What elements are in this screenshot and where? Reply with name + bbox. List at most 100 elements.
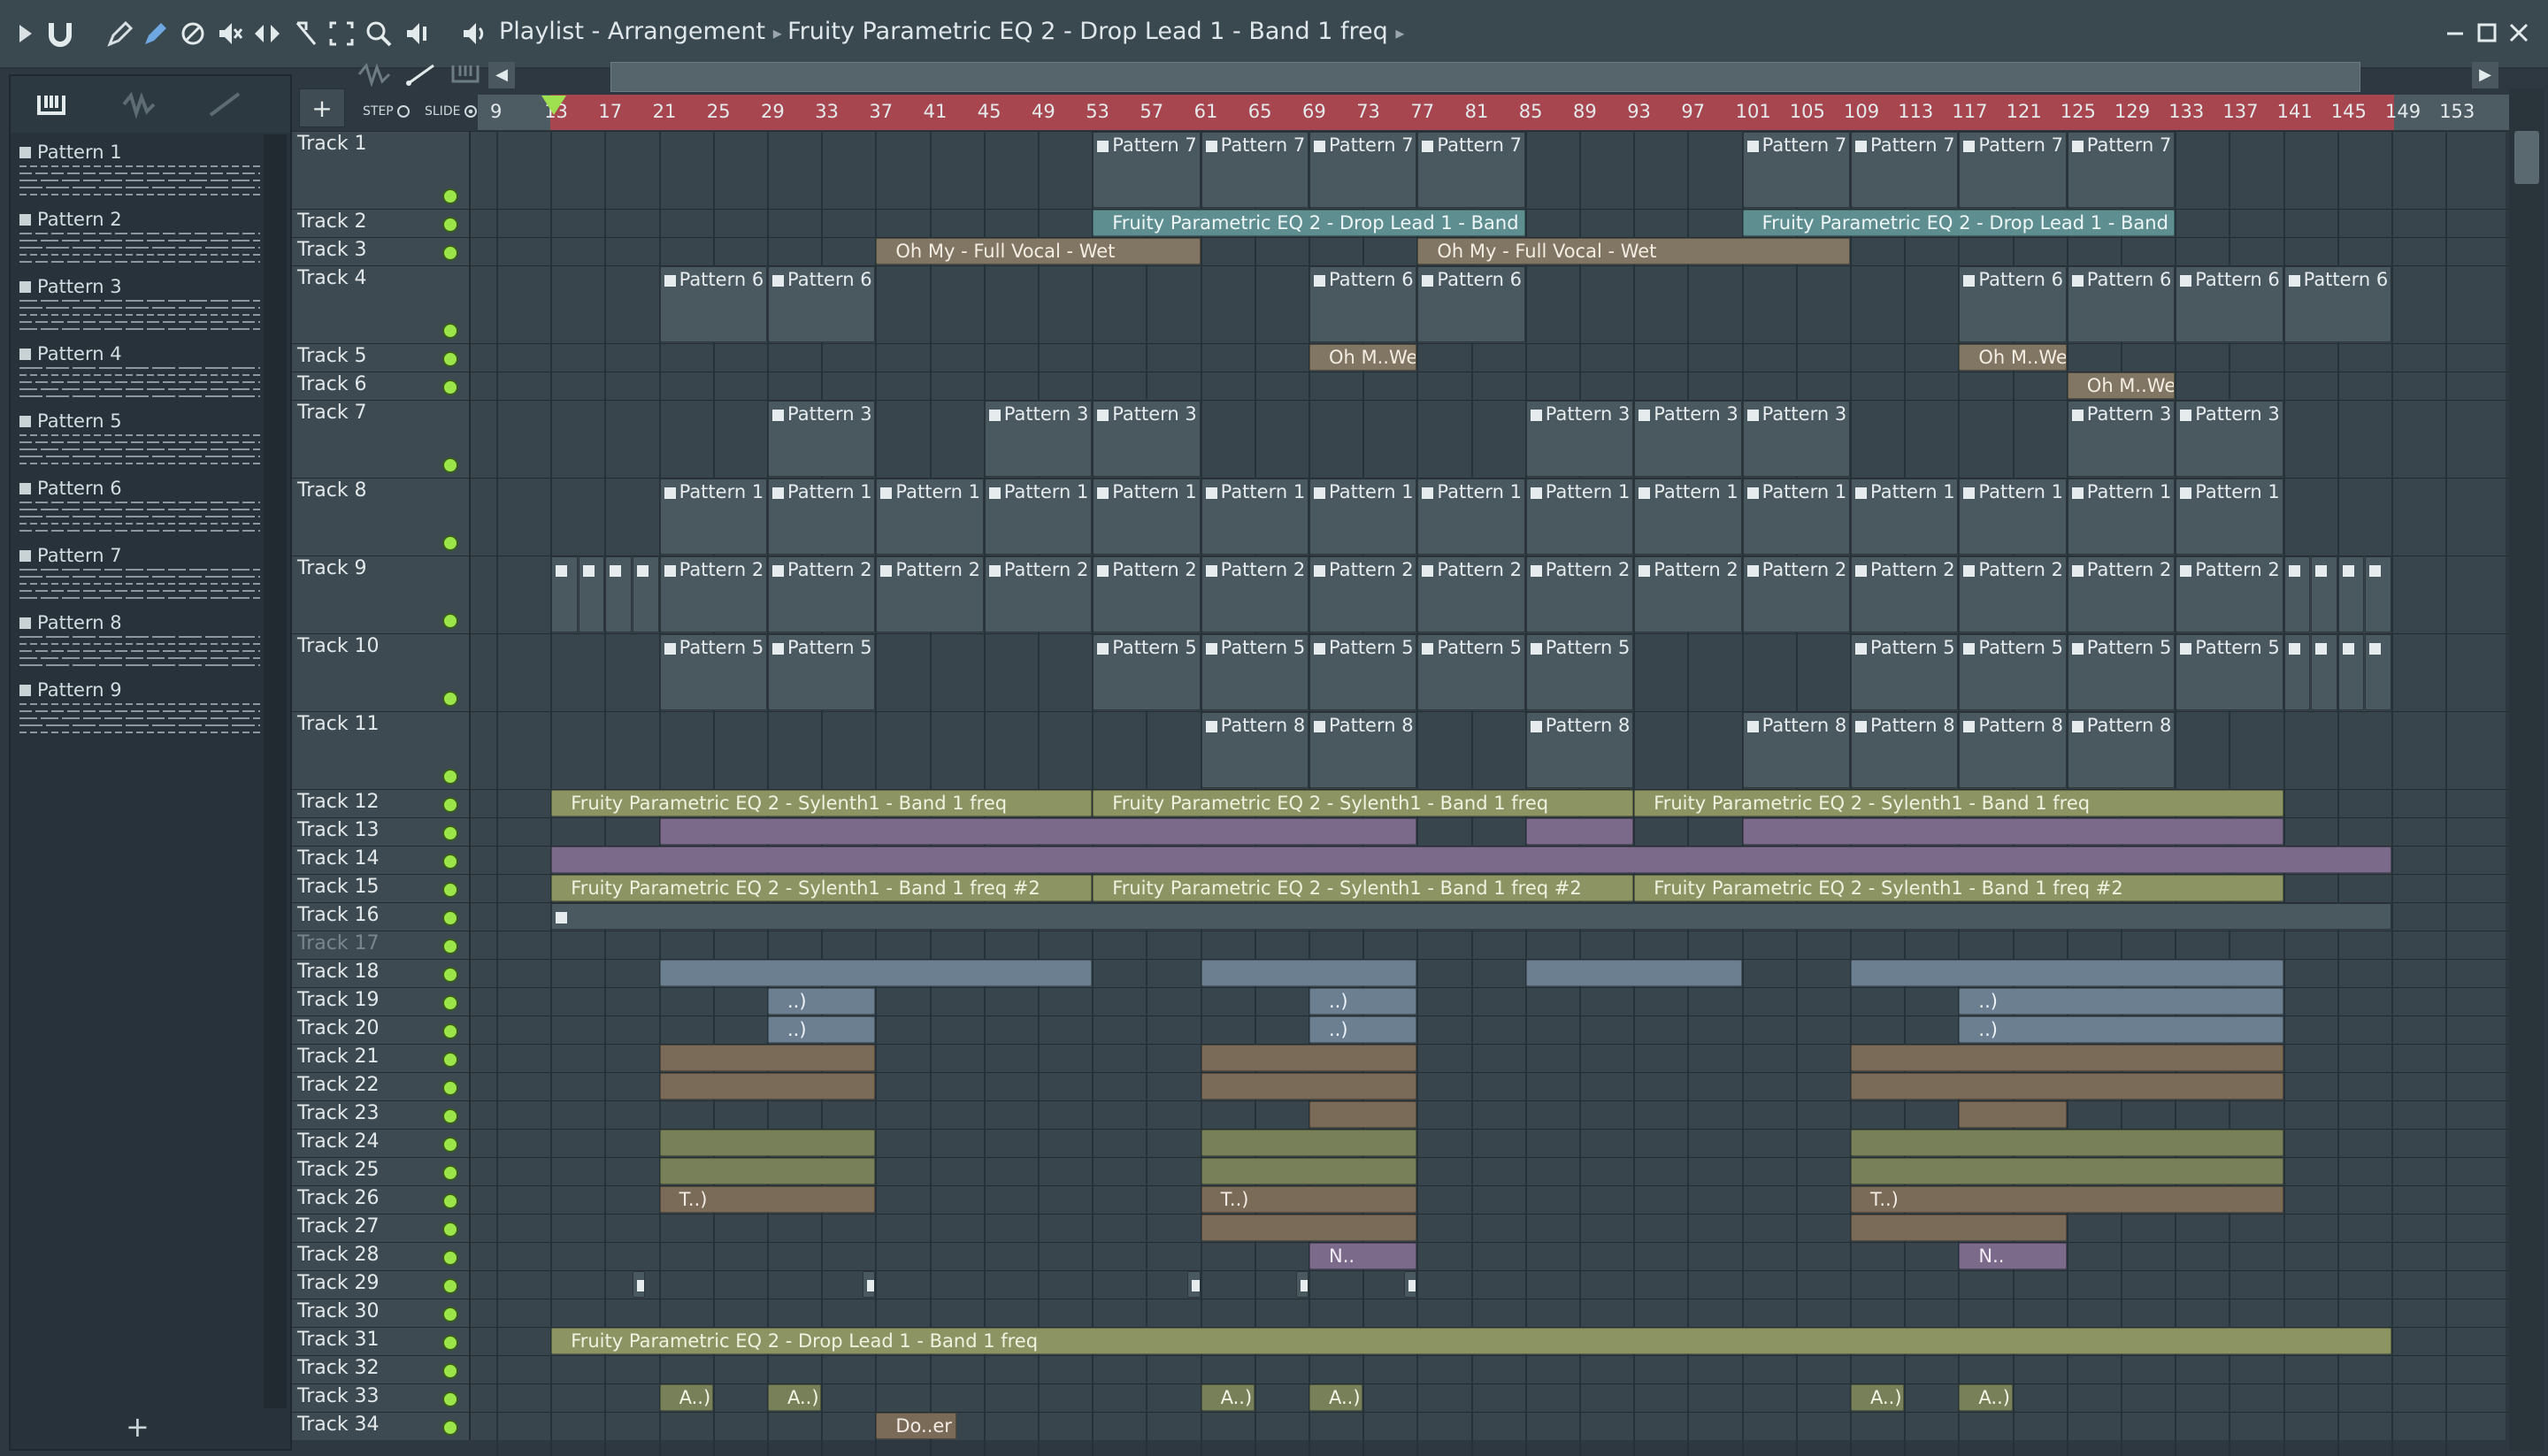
arrow-right-icon[interactable] (7, 16, 42, 51)
playlist-clip[interactable]: Pattern 2 (984, 556, 1093, 632)
playlist-clip[interactable]: Pattern 6 (1417, 266, 1525, 342)
playlist-clip[interactable] (1851, 960, 2283, 986)
track-header[interactable]: Track 4 (292, 266, 471, 343)
track-header[interactable]: Track 22 (292, 1073, 471, 1100)
playlist-clip[interactable]: Pattern 1 (876, 479, 984, 555)
track-lane[interactable] (471, 1215, 2506, 1242)
playlist-clip[interactable]: A..) (659, 1384, 713, 1411)
track-mute-led[interactable] (442, 323, 458, 339)
playlist-clip[interactable] (605, 556, 632, 632)
playlist-clip[interactable]: Pattern 1 (1525, 479, 1634, 555)
track-header[interactable]: Track 29 (292, 1271, 471, 1299)
playlist-clip[interactable]: Pattern 8 (1851, 712, 1959, 788)
pattern-item[interactable]: Pattern 6 (14, 474, 262, 541)
add-track-button[interactable]: + (299, 88, 345, 127)
track-lane[interactable] (471, 931, 2506, 959)
playlist-clip[interactable]: Pattern 2 (1742, 556, 1850, 632)
playlist-clip[interactable] (1851, 1158, 2283, 1184)
playlist-clip[interactable]: Pattern 6 (768, 266, 876, 342)
slide-checkbox[interactable] (464, 105, 477, 118)
track-mute-led[interactable] (442, 457, 458, 473)
playlist-clip[interactable]: ..) (768, 1016, 876, 1043)
pattern-item[interactable]: Pattern 3 (14, 272, 262, 340)
track-mute-led[interactable] (442, 1193, 458, 1209)
playlist-overview[interactable] (610, 62, 2360, 92)
audio-mode-icon[interactable] (122, 90, 157, 119)
playlist-clip[interactable]: Pattern 1 (768, 479, 876, 555)
playlist-clip[interactable] (1201, 1045, 1417, 1071)
playlist-clip[interactable] (1742, 818, 2283, 845)
playback-icon[interactable] (400, 16, 435, 51)
playlist-clip[interactable]: Pattern 3 (1742, 401, 1850, 477)
pattern-item[interactable]: Pattern 9 (14, 676, 262, 743)
playlist-clip[interactable]: Pattern 6 (1959, 266, 2067, 342)
track-mute-led[interactable] (442, 854, 458, 870)
playlist-clip[interactable]: Fruity Parametric EQ 2 - Drop Lead 1 - B… (551, 1328, 2391, 1354)
playlist-clip[interactable]: Pattern 5 (1525, 634, 1634, 710)
playlist-clip[interactable] (2283, 634, 2311, 710)
playlist-clip[interactable]: Fruity Parametric EQ 2 - Sylenth1 - Band… (551, 875, 1093, 901)
magnet-icon[interactable] (42, 16, 78, 51)
playlist-clip[interactable] (1187, 1271, 1201, 1298)
pattern-mode-icon[interactable] (34, 90, 69, 119)
playlist-clip[interactable] (633, 556, 659, 632)
pattern-item[interactable]: Pattern 4 (14, 340, 262, 407)
track-header[interactable]: Track 12 (292, 790, 471, 817)
snap-wave-icon[interactable] (357, 62, 393, 88)
playlist-clip[interactable]: T..) (1851, 1186, 2283, 1213)
playlist-clip[interactable]: ..) (1309, 988, 1417, 1015)
slide-toggle[interactable]: SLIDE (425, 104, 477, 119)
playlist-clip[interactable]: Pattern 7 (1851, 132, 1959, 208)
track-mute-led[interactable] (442, 769, 458, 785)
playlist-clip[interactable] (659, 960, 1093, 986)
playlist-clip[interactable] (1851, 1215, 2067, 1241)
track-mute-led[interactable] (442, 1278, 458, 1294)
playlist-clip[interactable]: Fruity Parametric EQ 2 - Drop Lead 1 - B… (1742, 210, 2176, 236)
playlist-clip[interactable]: A..) (1201, 1384, 1255, 1411)
track-mute-led[interactable] (442, 245, 458, 261)
track-header[interactable]: Track 10 (292, 634, 471, 711)
automation-mode-icon[interactable] (207, 90, 242, 119)
playlist-clip[interactable]: N.. (1959, 1243, 2067, 1269)
track-lane[interactable] (471, 1271, 2506, 1299)
pencil-icon[interactable] (103, 16, 138, 51)
track-mute-led[interactable] (442, 1023, 458, 1039)
track-header[interactable]: Track 2 (292, 210, 471, 237)
playlist-clip[interactable]: Pattern 6 (1309, 266, 1417, 342)
playlist-clip[interactable]: Pattern 1 (2176, 479, 2283, 555)
playlist-clip[interactable]: Pattern 6 (2283, 266, 2391, 342)
paint-icon[interactable] (138, 16, 173, 51)
playlist-clip[interactable]: Fruity Parametric EQ 2 - Sylenth1 - Band… (1634, 790, 2283, 816)
playlist-clip[interactable] (1404, 1271, 1417, 1298)
track-mute-led[interactable] (442, 1250, 458, 1266)
pattern-item[interactable]: Pattern 5 (14, 407, 262, 474)
playlist-clip[interactable] (2337, 634, 2365, 710)
playlist-clip[interactable]: Pattern 1 (1309, 479, 1417, 555)
track-header[interactable]: Track 23 (292, 1101, 471, 1129)
playlist-clip[interactable]: N.. (1309, 1243, 1417, 1269)
playlist-clip[interactable]: Pattern 2 (1417, 556, 1525, 632)
track-header[interactable]: Track 25 (292, 1158, 471, 1185)
playlist-clip[interactable]: Pattern 2 (1959, 556, 2067, 632)
track-header[interactable]: Track 7 (292, 401, 471, 478)
playlist-clip[interactable]: Do..er (876, 1413, 957, 1439)
track-mute-led[interactable] (442, 882, 458, 898)
playlist-clip[interactable] (551, 903, 2391, 930)
track-header[interactable]: Track 19 (292, 988, 471, 1015)
scroll-right-button[interactable]: ▶ (2472, 62, 2498, 88)
playlist-clip[interactable]: Pattern 3 (2067, 401, 2176, 477)
playlist-clip[interactable]: Pattern 1 (1634, 479, 1742, 555)
track-header[interactable]: Track 6 (292, 372, 471, 400)
track-header[interactable]: Track 13 (292, 818, 471, 846)
track-lane[interactable] (471, 1243, 2506, 1270)
playlist-clip[interactable]: Pattern 2 (2067, 556, 2176, 632)
slip-icon[interactable] (249, 16, 285, 51)
playlist-clip[interactable] (1525, 960, 1742, 986)
track-header[interactable]: Track 20 (292, 1016, 471, 1044)
select-icon[interactable] (324, 16, 359, 51)
playlist-clip[interactable] (1851, 1045, 2283, 1071)
delete-icon[interactable] (175, 16, 211, 51)
track-mute-led[interactable] (442, 967, 458, 983)
playlist-clip[interactable]: Pattern 7 (1959, 132, 2067, 208)
playlist-clip[interactable]: Pattern 7 (1742, 132, 1850, 208)
